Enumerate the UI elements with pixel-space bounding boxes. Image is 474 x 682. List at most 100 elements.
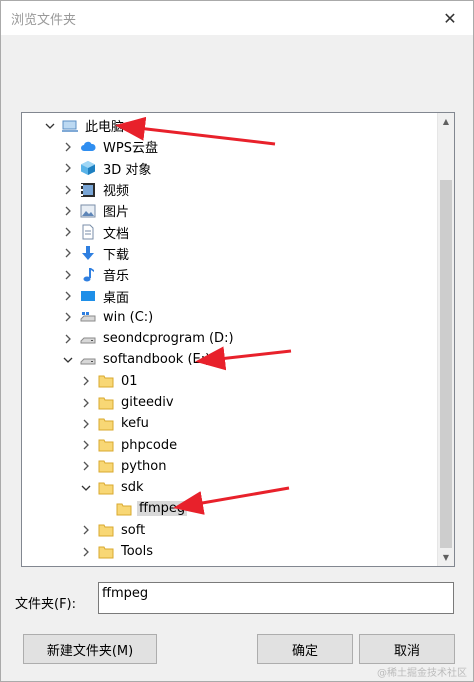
computer-icon bbox=[62, 118, 78, 134]
tree-item-win-c[interactable]: win (C:) bbox=[22, 307, 436, 328]
tree-item-label: python bbox=[121, 458, 167, 474]
folder-icon bbox=[98, 480, 114, 496]
tree-item-label: kefu bbox=[121, 416, 149, 432]
watermark: @稀土掘金技术社区 bbox=[377, 668, 467, 679]
new-folder-button[interactable]: 新建文件夹(M) bbox=[23, 634, 157, 664]
tree-item-label: win (C:) bbox=[103, 309, 154, 325]
chevron-right-icon[interactable] bbox=[62, 269, 74, 281]
tree-item-python[interactable]: python bbox=[22, 456, 436, 477]
video-icon bbox=[80, 182, 96, 198]
chevron-right-icon[interactable] bbox=[62, 162, 74, 174]
chevron-right-icon[interactable] bbox=[62, 290, 74, 302]
ok-button[interactable]: 确定 bbox=[257, 634, 353, 664]
tree-item-tools[interactable]: Tools bbox=[22, 541, 436, 562]
scroll-up-arrow[interactable]: ▲ bbox=[438, 113, 454, 130]
tree-item-label: 图片 bbox=[103, 205, 130, 221]
chevron-right-icon[interactable] bbox=[62, 333, 74, 345]
tree-item-wps云盘[interactable]: WPS云盘 bbox=[22, 136, 436, 157]
folder-field-label: 文件夹(F): bbox=[15, 597, 77, 612]
chevron-right-icon[interactable] bbox=[62, 205, 74, 217]
tree-item-label: soft bbox=[121, 522, 146, 538]
tree-item-label: WPS云盘 bbox=[103, 141, 158, 157]
folder-icon bbox=[98, 437, 114, 453]
chevron-right-icon[interactable] bbox=[80, 375, 92, 387]
folder-icon bbox=[116, 501, 132, 517]
drive-icon bbox=[80, 331, 96, 347]
scroll-thumb[interactable] bbox=[440, 180, 452, 548]
tree-item-音乐[interactable]: 音乐 bbox=[22, 264, 436, 285]
desktop-icon bbox=[80, 288, 96, 304]
folder-icon bbox=[98, 373, 114, 389]
tree-item-label: 音乐 bbox=[103, 269, 130, 285]
vertical-scrollbar[interactable]: ▲ ▼ bbox=[437, 113, 454, 566]
tree-item-label: 01 bbox=[121, 373, 138, 389]
folder-icon bbox=[98, 395, 114, 411]
tree-item-label: 文档 bbox=[103, 226, 130, 242]
tree-item-label: 3D 对象 bbox=[103, 162, 152, 178]
tree-item-softandbook-e[interactable]: softandbook (E:) bbox=[22, 349, 436, 370]
chevron-right-icon[interactable] bbox=[80, 397, 92, 409]
chevron-right-icon[interactable] bbox=[62, 184, 74, 196]
tree-item-3d-对象[interactable]: 3D 对象 bbox=[22, 158, 436, 179]
tree-item-kefu[interactable]: kefu bbox=[22, 413, 436, 434]
tree-item-label: 视频 bbox=[103, 184, 130, 200]
document-icon bbox=[80, 224, 96, 240]
tree-item-label: seondcprogram (D:) bbox=[103, 331, 234, 347]
tree-item-phpcode[interactable]: phpcode bbox=[22, 434, 436, 455]
tree-item-ffmpeg[interactable]: ffmpeg bbox=[22, 498, 436, 519]
folder-icon bbox=[98, 544, 114, 560]
tree-item-01[interactable]: 01 bbox=[22, 371, 436, 392]
chevron-right-icon[interactable] bbox=[62, 141, 74, 153]
tree-item-seondcprogram-d[interactable]: seondcprogram (D:) bbox=[22, 328, 436, 349]
tree-item-桌面[interactable]: 桌面 bbox=[22, 285, 436, 306]
tree-item-label: sdk bbox=[121, 480, 144, 496]
music-icon bbox=[80, 267, 96, 283]
tree-item-label: 桌面 bbox=[103, 290, 130, 306]
tree-item-soft[interactable]: soft bbox=[22, 520, 436, 541]
cube-3d-icon bbox=[80, 160, 96, 176]
tree-item-label: giteediv bbox=[121, 395, 174, 410]
cancel-button[interactable]: 取消 bbox=[359, 634, 455, 664]
browse-folder-dialog: 浏览文件夹 ✕ 此电脑 WPS云盘 3D 对象视频图片文档下载音乐桌面 win (C:… bbox=[0, 0, 474, 682]
scroll-down-arrow[interactable]: ▼ bbox=[438, 549, 454, 566]
chevron-right-icon[interactable] bbox=[80, 418, 92, 430]
tree-item-label: ffmpeg bbox=[137, 501, 188, 517]
tree-item-此电脑[interactable]: 此电脑 bbox=[22, 115, 436, 136]
chevron-down-icon[interactable] bbox=[62, 354, 74, 366]
system-drive-icon bbox=[80, 309, 96, 325]
tree-item-文档[interactable]: 文档 bbox=[22, 221, 436, 242]
chevron-right-icon[interactable] bbox=[80, 460, 92, 472]
tree-item-label: Tools bbox=[121, 544, 154, 560]
tree-item-sdk[interactable]: sdk bbox=[22, 477, 436, 498]
close-button[interactable]: ✕ bbox=[427, 1, 473, 35]
folder-tree-list: 此电脑 WPS云盘 3D 对象视频图片文档下载音乐桌面 win (C:) seondcp… bbox=[22, 115, 436, 562]
tree-item-label: phpcode bbox=[121, 437, 178, 453]
chevron-right-icon[interactable] bbox=[80, 546, 92, 558]
tree-item-视频[interactable]: 视频 bbox=[22, 179, 436, 200]
chevron-down-icon[interactable] bbox=[44, 120, 56, 132]
folder-name-input[interactable] bbox=[98, 582, 454, 614]
tree-item-图片[interactable]: 图片 bbox=[22, 200, 436, 221]
window-title: 浏览文件夹 bbox=[11, 13, 77, 28]
download-icon bbox=[80, 245, 96, 261]
picture-icon bbox=[80, 203, 96, 219]
chevron-right-icon[interactable] bbox=[80, 439, 92, 451]
chevron-right-icon[interactable] bbox=[62, 311, 74, 323]
chevron-right-icon[interactable] bbox=[80, 524, 92, 536]
chevron-right-icon[interactable] bbox=[62, 247, 74, 259]
chevron-down-icon[interactable] bbox=[80, 482, 92, 494]
tree-item-下载[interactable]: 下载 bbox=[22, 243, 436, 264]
tree-item-label: 此电脑 bbox=[85, 120, 125, 136]
folder-icon bbox=[98, 522, 114, 538]
close-icon: ✕ bbox=[443, 8, 457, 28]
cloud-icon bbox=[80, 139, 96, 155]
chevron-right-icon[interactable] bbox=[62, 226, 74, 238]
tree-item-giteediv[interactable]: giteediv bbox=[22, 392, 436, 413]
folder-icon bbox=[98, 458, 114, 474]
folder-icon bbox=[98, 416, 114, 432]
tree-item-label: softandbook (E:) bbox=[103, 352, 211, 368]
drive-icon bbox=[80, 352, 96, 368]
tree-item-label: 下载 bbox=[103, 247, 130, 263]
folder-tree[interactable]: 此电脑 WPS云盘 3D 对象视频图片文档下载音乐桌面 win (C:) seondcp… bbox=[21, 112, 455, 567]
